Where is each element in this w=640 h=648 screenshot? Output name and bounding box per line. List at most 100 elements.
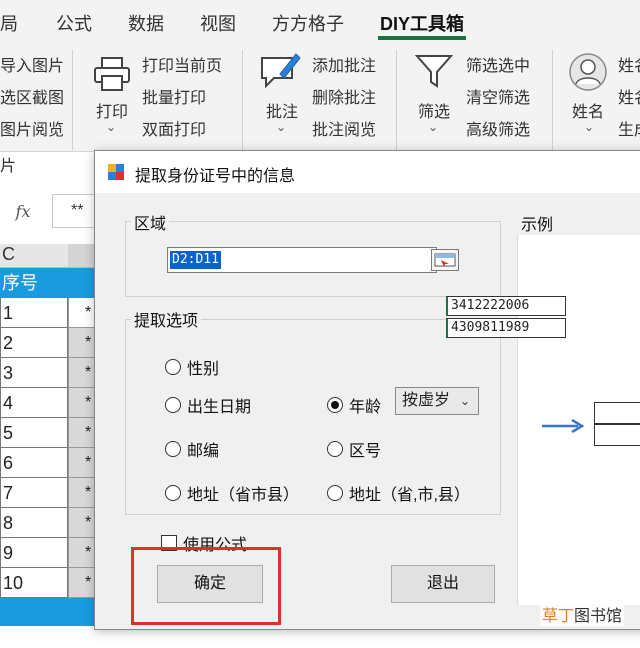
watermark: 草丁图书馆 — [540, 602, 625, 626]
radio-icon — [327, 441, 343, 457]
tab-fangfang[interactable]: 方方格子 — [272, 10, 344, 36]
option-age-label: 年龄 — [349, 399, 382, 416]
option-address-a-label: 地址（省市县） — [187, 487, 300, 504]
table-cell[interactable]: 6 — [0, 448, 68, 478]
comment-button[interactable]: 批注 ⌄ — [258, 50, 306, 136]
ribbon-divider — [242, 50, 243, 150]
dialog-title: 提取身份证号中的信息 — [135, 168, 296, 185]
tab-data[interactable]: 数据 — [128, 10, 164, 36]
option-address-a-radio[interactable]: 地址（省市县） — [165, 481, 299, 505]
chevron-down-icon: ⌄ — [584, 120, 595, 134]
option-address-b-label: 地址（省,市,县） — [349, 487, 470, 504]
example-result-cell — [594, 402, 640, 424]
printer-icon — [94, 57, 130, 91]
batch-print-button[interactable]: 批量打印 — [142, 84, 206, 108]
name-item-1[interactable]: 姓名 — [618, 52, 640, 76]
range-input[interactable]: D2:D11 — [167, 247, 437, 273]
filter-label: 筛选 — [418, 104, 451, 121]
option-age-radio[interactable]: 年龄 — [327, 393, 381, 417]
chevron-down-icon: ⌄ — [459, 394, 470, 408]
radio-selected-icon — [327, 397, 343, 413]
image-preview-button[interactable]: 图片阅览 — [0, 116, 64, 140]
arrow-right-icon — [542, 419, 584, 433]
age-mode-select[interactable]: 按虚岁 ⌄ — [395, 387, 479, 415]
print-label: 打印 — [96, 104, 129, 121]
chevron-down-icon: ⌄ — [106, 120, 117, 134]
filter-button[interactable]: 筛选 ⌄ — [410, 50, 458, 136]
option-zip-radio[interactable]: 邮编 — [165, 437, 219, 461]
option-address-b-radio[interactable]: 地址（省,市,县） — [327, 481, 470, 505]
radio-icon — [165, 359, 181, 375]
region-screenshot-button[interactable]: 选区截图 — [0, 84, 64, 108]
options-group-label: 提取选项 — [131, 307, 202, 331]
area-group-label: 区域 — [131, 210, 170, 234]
add-comment-button[interactable]: 添加批注 — [312, 52, 376, 76]
extract-id-info-dialog: 提取身份证号中的信息 区域 D2:D11 提取选项 性别 出生日期 年龄 按虚岁… — [94, 150, 640, 630]
option-gender-radio[interactable]: 性别 — [165, 355, 219, 379]
option-gender-label: 性别 — [187, 361, 220, 378]
insert-function-button[interactable]: fx — [0, 196, 46, 228]
dialog-titlebar[interactable]: 提取身份证号中的信息 — [95, 151, 640, 193]
ribbon-divider — [72, 50, 73, 150]
filter-selected-button[interactable]: 筛选选中 — [466, 52, 530, 76]
name-label: 姓名 — [572, 104, 605, 121]
table-cell[interactable]: 8 — [0, 508, 68, 538]
table-cell[interactable]: 9 — [0, 538, 68, 568]
advanced-filter-button[interactable]: 高级筛选 — [466, 116, 530, 140]
table-cell[interactable]: 4 — [0, 388, 68, 418]
example-label: 示例 — [521, 217, 554, 234]
generate-button[interactable]: 生成 — [618, 116, 640, 140]
table-cell[interactable]: 1 — [0, 298, 68, 328]
option-birth-date-label: 出生日期 — [187, 399, 252, 416]
clear-filter-button[interactable]: 清空筛选 — [466, 84, 530, 108]
option-birth-date-radio[interactable]: 出生日期 — [165, 393, 251, 417]
table-cell[interactable]: 7 — [0, 478, 68, 508]
comment-icon — [261, 53, 301, 89]
table-footer-band — [0, 598, 98, 626]
age-mode-value: 按虚岁 — [402, 392, 451, 409]
group-label-image: 片 — [0, 158, 17, 175]
range-select-icon — [434, 253, 456, 267]
example-result-cell — [594, 424, 640, 446]
comment-label: 批注 — [266, 104, 299, 121]
chevron-down-icon: ⌄ — [276, 120, 287, 134]
name-button[interactable]: 姓名 ⌄ — [566, 52, 612, 136]
highlight-box — [131, 547, 281, 625]
column-header-c[interactable]: C — [0, 244, 68, 268]
exit-button[interactable]: 退出 — [391, 565, 495, 603]
tab-layout[interactable]: 局 — [0, 10, 18, 36]
ribbon-divider — [396, 50, 397, 150]
table-cell[interactable]: 5 — [0, 418, 68, 448]
print-button[interactable]: 打印 ⌄ — [88, 52, 136, 136]
app-icon — [108, 164, 124, 180]
option-area-code-radio[interactable]: 区号 — [327, 437, 381, 461]
radio-icon — [327, 485, 343, 501]
range-value: D2:D11 — [170, 251, 221, 269]
comment-preview-button[interactable]: 批注阅览 — [312, 116, 376, 140]
table-cell[interactable]: 10 — [0, 568, 68, 598]
radio-icon — [165, 441, 181, 457]
tab-diy-toolbox[interactable]: DIY工具箱 — [380, 10, 464, 36]
example-id-cell: 3412222006 — [446, 296, 566, 316]
import-image-button[interactable]: 导入图片 — [0, 52, 64, 76]
delete-comment-button[interactable]: 删除批注 — [312, 84, 376, 108]
radio-icon — [165, 397, 181, 413]
option-area-code-label: 区号 — [349, 443, 382, 460]
user-icon — [569, 53, 607, 91]
print-current-page-button[interactable]: 打印当前页 — [142, 52, 222, 76]
example-id-cell: 4309811989 — [446, 318, 566, 338]
header-cell-index[interactable]: 序号 — [0, 268, 68, 298]
table-cell[interactable]: 3 — [0, 358, 68, 388]
ribbon-divider — [552, 50, 553, 150]
table-cell[interactable]: 2 — [0, 328, 68, 358]
active-tab-indicator — [378, 36, 466, 40]
radio-icon — [165, 485, 181, 501]
range-picker-button[interactable] — [431, 249, 459, 271]
duplex-print-button[interactable]: 双面打印 — [142, 116, 206, 140]
funnel-icon — [414, 55, 454, 88]
tab-formulas[interactable]: 公式 — [56, 10, 92, 36]
tab-view[interactable]: 视图 — [200, 10, 236, 36]
name-item-2[interactable]: 姓名 — [618, 84, 640, 108]
chevron-down-icon: ⌄ — [428, 120, 439, 134]
option-zip-label: 邮编 — [187, 443, 220, 460]
